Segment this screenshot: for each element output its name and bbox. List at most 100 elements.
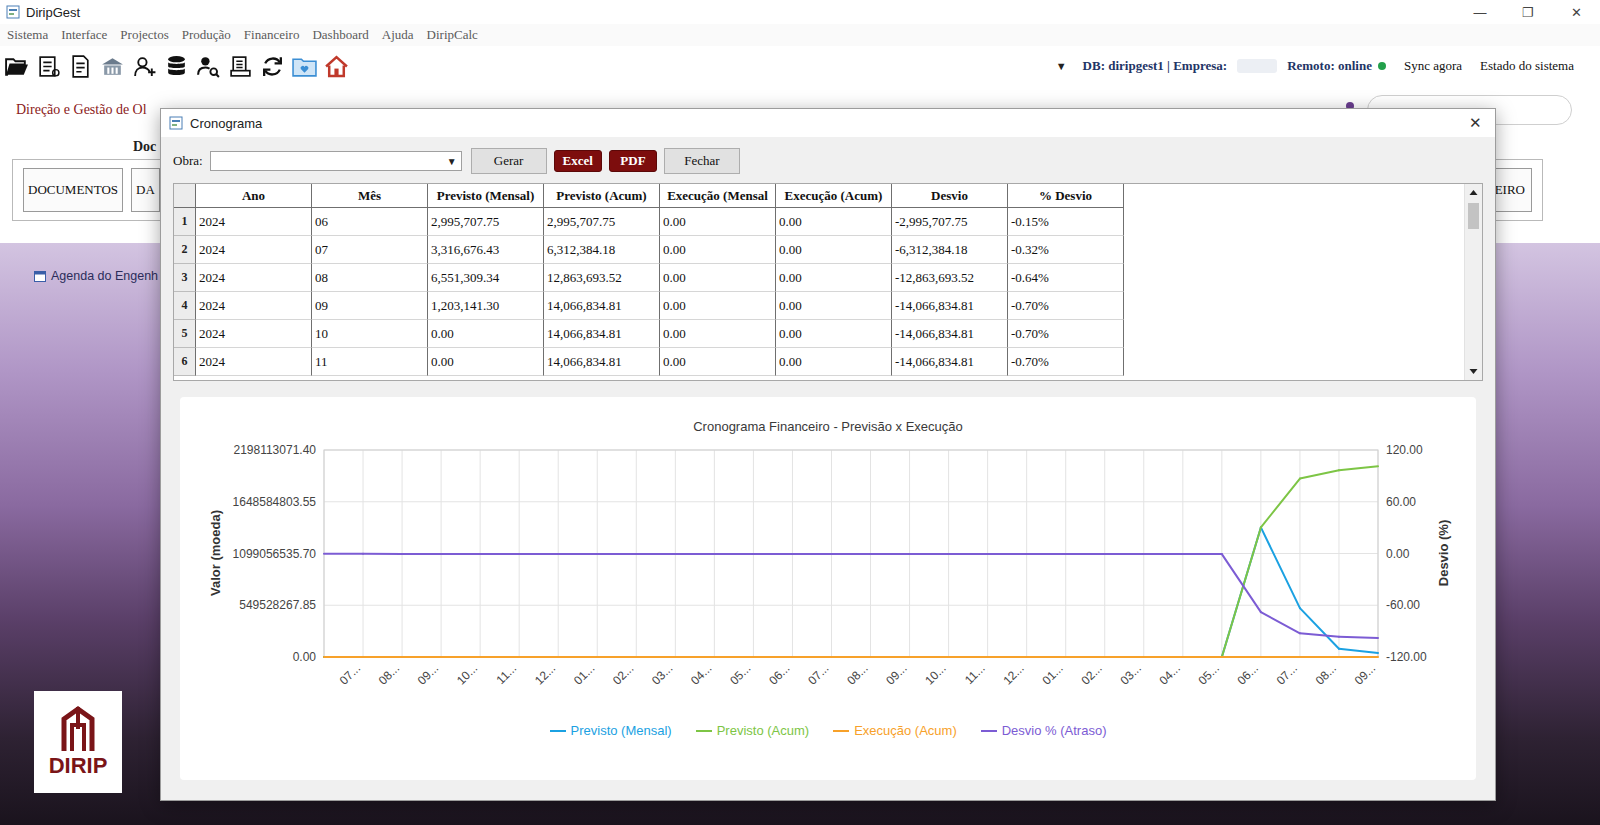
legend-item[interactable]: Previsto (Mensal)	[550, 723, 672, 738]
scroll-up-icon[interactable]	[1465, 184, 1482, 201]
dialog-button[interactable]: Gerar	[471, 148, 547, 174]
user-combo-arrow[interactable]: ▼	[1056, 60, 1067, 72]
table-cell[interactable]: 07	[312, 236, 428, 264]
table-cell[interactable]: 2024	[196, 208, 312, 236]
row-header[interactable]: 2	[174, 236, 196, 264]
database-icon[interactable]	[164, 54, 189, 79]
table-cell[interactable]: 0.00	[776, 320, 892, 348]
table-cell[interactable]: 6,312,384.18	[544, 236, 660, 264]
vertical-scrollbar[interactable]	[1464, 184, 1482, 380]
window-control[interactable]: ✕	[1552, 0, 1600, 24]
row-header[interactable]: 5	[174, 320, 196, 348]
dialog-button[interactable]: Excel	[554, 150, 602, 172]
table-cell[interactable]: 0.00	[660, 292, 776, 320]
table-cell[interactable]: 2024	[196, 264, 312, 292]
add-user-icon[interactable]	[132, 54, 157, 79]
user-combo[interactable]	[936, 58, 1046, 74]
scroll-thumb[interactable]	[1468, 203, 1479, 229]
table-cell[interactable]: 0.00	[428, 348, 544, 376]
table-cell[interactable]: 12,863,693.52	[544, 264, 660, 292]
table-cell[interactable]: 0.00	[776, 348, 892, 376]
table-cell[interactable]: -0.70%	[1008, 348, 1124, 376]
table-cell[interactable]: -0.70%	[1008, 292, 1124, 320]
table-cell[interactable]: 11	[312, 348, 428, 376]
table-cell[interactable]: -14,066,834.81	[892, 320, 1008, 348]
table-cell[interactable]: 14,066,834.81	[544, 348, 660, 376]
menu-item[interactable]: DiripCalc	[427, 27, 478, 43]
table-cell[interactable]: 0.00	[776, 264, 892, 292]
section-button[interactable]: DOCUMENTOS	[23, 168, 123, 212]
table-cell[interactable]: 0.00	[660, 208, 776, 236]
table-cell[interactable]: 2024	[196, 348, 312, 376]
dialog-close-button[interactable]: ✕	[1455, 114, 1495, 132]
legend-item[interactable]: Execução (Acum)	[833, 723, 957, 738]
table-cell[interactable]: 3,316,676.43	[428, 236, 544, 264]
system-status-button[interactable]: Estado do sistema	[1480, 58, 1574, 74]
column-header[interactable]: Ano	[196, 184, 312, 208]
column-header[interactable]: Previsto (Acum)	[544, 184, 660, 208]
menu-item[interactable]: Interface	[61, 27, 107, 43]
section-button[interactable]: DA	[131, 168, 160, 212]
table-cell[interactable]: 14,066,834.81	[544, 292, 660, 320]
table-cell[interactable]: 10	[312, 320, 428, 348]
table-cell[interactable]: 0.00	[660, 236, 776, 264]
legend-item[interactable]: Previsto (Acum)	[696, 723, 809, 738]
table-cell[interactable]: 6,551,309.34	[428, 264, 544, 292]
table-cell[interactable]: 0.00	[660, 320, 776, 348]
table-cell[interactable]: 08	[312, 264, 428, 292]
table-cell[interactable]: -0.15%	[1008, 208, 1124, 236]
table-cell[interactable]: 2024	[196, 292, 312, 320]
table-cell[interactable]: 14,066,834.81	[544, 320, 660, 348]
obra-combo-arrow[interactable]: ▼	[447, 156, 457, 167]
window-control[interactable]: —	[1456, 0, 1504, 24]
agenda-link[interactable]: Agenda do Engenh	[34, 269, 158, 283]
home-icon[interactable]	[324, 54, 349, 79]
report-icon[interactable]	[228, 54, 253, 79]
row-header[interactable]: 3	[174, 264, 196, 292]
table-cell[interactable]: -14,066,834.81	[892, 348, 1008, 376]
table-cell[interactable]: 2,995,707.75	[544, 208, 660, 236]
row-header[interactable]: 4	[174, 292, 196, 320]
sync-button[interactable]: Sync agora	[1404, 58, 1462, 74]
legend-item[interactable]: Desvio % (Atraso)	[981, 723, 1107, 738]
table-cell[interactable]: -0.32%	[1008, 236, 1124, 264]
window-control[interactable]: ❐	[1504, 0, 1552, 24]
row-header[interactable]: 1	[174, 208, 196, 236]
table-cell[interactable]: -0.70%	[1008, 320, 1124, 348]
document-list-icon[interactable]	[36, 54, 61, 79]
table-cell[interactable]: 0.00	[660, 264, 776, 292]
table-cell[interactable]: -0.64%	[1008, 264, 1124, 292]
table-cell[interactable]: 2024	[196, 236, 312, 264]
favorite-folder-icon[interactable]	[292, 54, 317, 79]
open-folder-icon[interactable]	[4, 54, 29, 79]
obra-combo[interactable]: ▼	[210, 151, 462, 171]
table-cell[interactable]: 0.00	[776, 292, 892, 320]
menu-item[interactable]: Projectos	[120, 27, 168, 43]
column-header[interactable]: % Desvio	[1008, 184, 1124, 208]
dialog-button[interactable]: PDF	[609, 150, 657, 172]
menu-item[interactable]: Sistema	[7, 27, 48, 43]
column-header[interactable]: Desvio	[892, 184, 1008, 208]
building-icon[interactable]	[100, 54, 125, 79]
table-cell[interactable]: -14,066,834.81	[892, 292, 1008, 320]
table-cell[interactable]: 2,995,707.75	[428, 208, 544, 236]
menu-item[interactable]: Ajuda	[382, 27, 414, 43]
table-cell[interactable]: 0.00	[776, 236, 892, 264]
refresh-icon[interactable]	[260, 54, 285, 79]
menu-item[interactable]: Produção	[182, 27, 231, 43]
menu-item[interactable]: Dashboard	[312, 27, 368, 43]
table-cell[interactable]: 09	[312, 292, 428, 320]
table-cell[interactable]: 06	[312, 208, 428, 236]
scroll-track[interactable]	[1465, 201, 1482, 363]
table-cell[interactable]: -2,995,707.75	[892, 208, 1008, 236]
dialog-button[interactable]: Fechar	[664, 148, 740, 174]
menu-item[interactable]: Financeiro	[244, 27, 300, 43]
table-cell[interactable]: 1,203,141.30	[428, 292, 544, 320]
table-cell[interactable]: -12,863,693.52	[892, 264, 1008, 292]
table-cell[interactable]: -6,312,384.18	[892, 236, 1008, 264]
document-icon[interactable]	[68, 54, 93, 79]
column-header[interactable]: Execução (Mensal	[660, 184, 776, 208]
column-header[interactable]: Previsto (Mensal)	[428, 184, 544, 208]
user-search-icon[interactable]	[196, 54, 221, 79]
column-header[interactable]: Mês	[312, 184, 428, 208]
